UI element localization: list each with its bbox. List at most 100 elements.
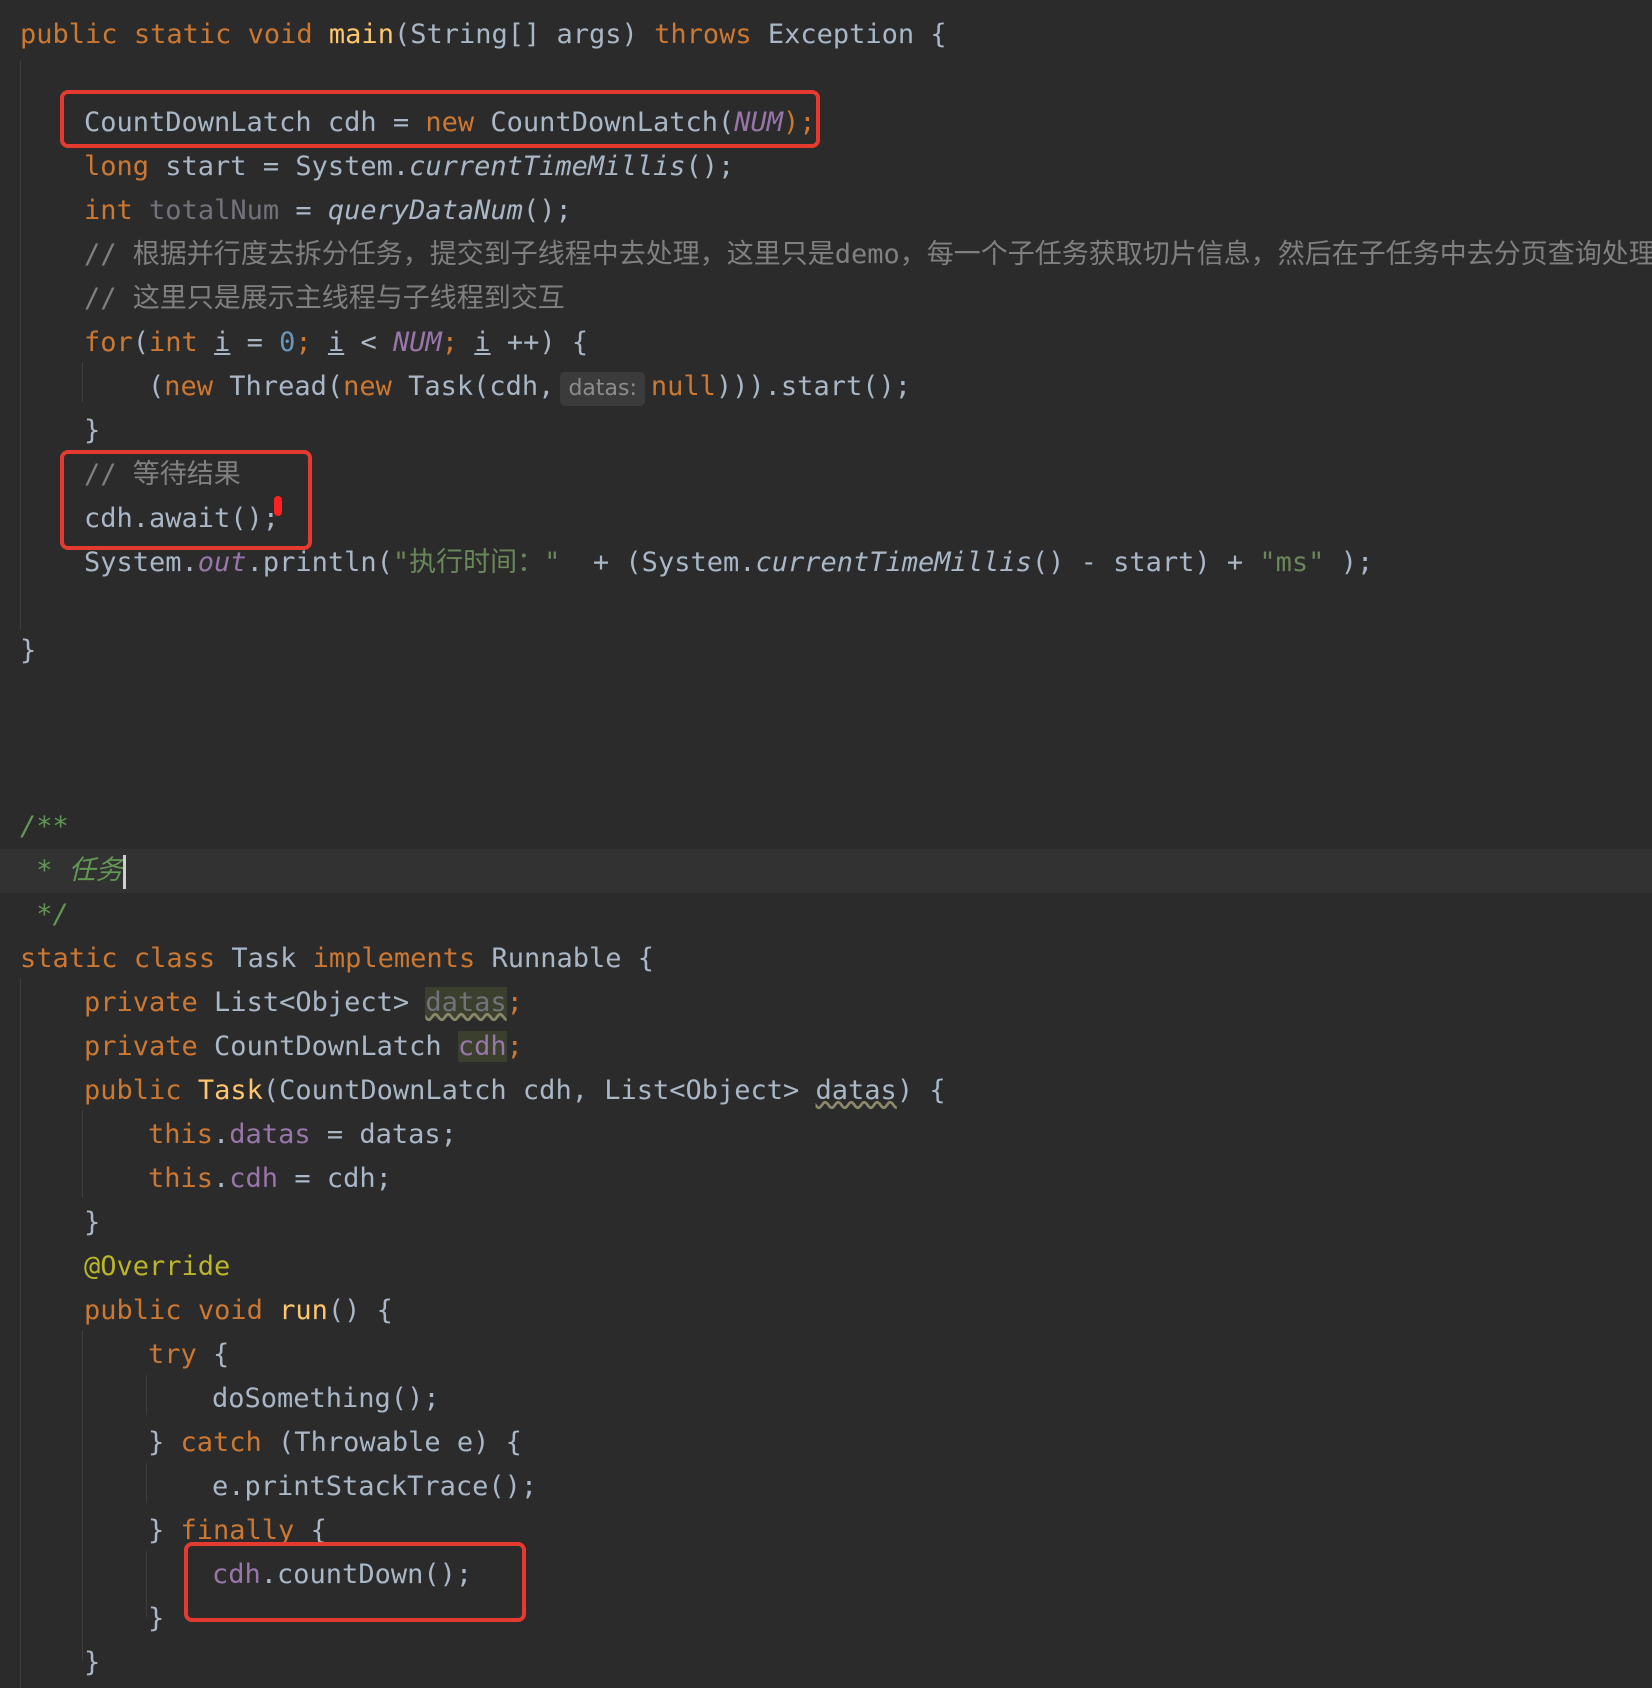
code-text: start = System. xyxy=(149,151,410,182)
code-line-thread[interactable]: (new Thread(new Task(cdh, datas: null))).s… xyxy=(0,365,1652,409)
highlight-box-await xyxy=(60,450,312,550)
javadoc-open[interactable]: /** xyxy=(0,805,1652,849)
field-name: datas xyxy=(229,1119,311,1150)
highlight-box-latch xyxy=(60,90,820,148)
javadoc-body[interactable]: * 任务 xyxy=(0,849,1652,893)
code-text: (CountDownLatch cdh, List<Object> xyxy=(262,1075,816,1106)
keyword: private xyxy=(84,987,198,1018)
params: (String[] args) xyxy=(393,19,638,50)
loop-var: i xyxy=(327,327,345,358)
field-name: cdh xyxy=(229,1163,279,1194)
method-name: main xyxy=(328,19,394,50)
code-text: () { xyxy=(327,1295,393,1326)
code-line-field-datas[interactable]: private List<Object> datas; xyxy=(0,981,1652,1025)
code-editor[interactable]: public static void main(String[] args) t… xyxy=(0,0,1652,1688)
code-text: List<Object> xyxy=(197,987,426,1018)
code-line-method-close[interactable]: } xyxy=(0,629,1652,673)
code-line-try[interactable]: try { xyxy=(0,1333,1652,1377)
text-caret xyxy=(122,854,126,889)
keyword: this xyxy=(148,1163,214,1194)
code-line-class-decl[interactable]: static class Task implements Runnable { xyxy=(0,937,1652,981)
keyword: void xyxy=(197,1295,263,1326)
keyword: public xyxy=(84,1295,182,1326)
exception-type: Exception { xyxy=(767,19,947,50)
keyword: throws xyxy=(654,19,752,50)
string-literal: "执行时间：" xyxy=(392,547,561,578)
field-name: datas xyxy=(425,987,507,1018)
code-text: System. xyxy=(84,547,198,578)
keyword: implements xyxy=(312,943,476,974)
highlight-box-countdown xyxy=(184,1542,526,1622)
keyword: static xyxy=(133,19,232,50)
keyword: null xyxy=(650,371,716,402)
keyword: catch xyxy=(180,1427,262,1458)
code-text: = cdh; xyxy=(278,1163,392,1194)
method-name: run xyxy=(279,1295,328,1326)
code-line-run[interactable]: public void run() { xyxy=(0,1289,1652,1333)
code-line-catch[interactable]: } catch (Throwable e) { xyxy=(0,1421,1652,1465)
keyword: void xyxy=(247,19,313,50)
code-comment[interactable]: // 这里只是展示主线程与子线程到交互 xyxy=(0,277,1652,321)
code-text: (); xyxy=(522,195,572,226)
code-line-assign-cdh[interactable]: this.cdh = cdh; xyxy=(0,1157,1652,1201)
code-text: CountDownLatch xyxy=(197,1031,458,1062)
code-line-main-signature[interactable]: public static void main(String[] args) t… xyxy=(0,13,1652,57)
keyword: int xyxy=(84,195,133,226)
number: 0 xyxy=(279,327,296,358)
code-text: Task(cdh, xyxy=(391,371,555,402)
static-method: queryDataNum xyxy=(327,195,523,226)
keyword: private xyxy=(84,1031,198,1062)
code-text: = xyxy=(279,195,328,226)
keyword: this xyxy=(148,1119,214,1150)
keyword: long xyxy=(84,151,150,182)
keyword: try xyxy=(148,1339,197,1370)
code-text: .println( xyxy=(246,547,393,578)
field-name: cdh xyxy=(457,1031,507,1062)
javadoc-close[interactable]: */ xyxy=(0,893,1652,937)
code-line-for[interactable]: for(int i = 0; i < NUM; i ++) { xyxy=(0,321,1652,365)
static-field: out xyxy=(197,547,247,578)
code-line-assign-datas[interactable]: this.datas = datas; xyxy=(0,1113,1652,1157)
class-name: Task xyxy=(215,943,313,974)
keyword: new xyxy=(164,371,214,402)
code-line-brace[interactable]: } xyxy=(0,1201,1652,1245)
keyword: public xyxy=(84,1075,182,1106)
static-method: currentTimeMillis xyxy=(755,547,1032,578)
code-text: Thread( xyxy=(213,371,344,402)
code-text: = datas; xyxy=(310,1119,457,1150)
code-line-brace[interactable]: } xyxy=(0,409,1652,453)
code-line-start[interactable]: long start = System.currentTimeMillis(); xyxy=(0,145,1652,189)
keyword: int xyxy=(149,327,198,358)
code-line-brace[interactable]: } xyxy=(0,1641,1652,1685)
keyword: public xyxy=(20,19,118,50)
code-line-ctor[interactable]: public Task(CountDownLatch cdh, List<Obj… xyxy=(0,1069,1652,1113)
loop-var: i xyxy=(214,327,231,358)
code-comment[interactable]: // 根据并行度去拆分任务，提交到子线程中去处理，这里只是demo，每一个子任务… xyxy=(0,233,1652,277)
code-text: ) { xyxy=(896,1075,946,1106)
code-line-print-stack[interactable]: e.printStackTrace(); xyxy=(0,1465,1652,1509)
unused-variable: totalNum xyxy=(149,195,280,226)
code-line-total[interactable]: int totalNum = queryDataNum(); xyxy=(0,189,1652,233)
param-name: datas xyxy=(815,1075,897,1106)
string-literal: "ms" xyxy=(1259,547,1325,578)
interface-name: Runnable { xyxy=(475,943,655,974)
keyword: static xyxy=(20,943,118,974)
code-text: } xyxy=(148,1427,181,1458)
loop-var: i xyxy=(474,327,491,358)
code-text: ))).start(); xyxy=(715,371,911,402)
annotation[interactable]: @Override xyxy=(0,1245,1652,1289)
code-text: } xyxy=(148,1515,181,1546)
code-text: + (System. xyxy=(560,547,756,578)
keyword: class xyxy=(133,943,216,974)
parameter-hint: datas: xyxy=(560,372,645,406)
code-text: ); xyxy=(1324,547,1374,578)
code-line-field-cdh[interactable]: private CountDownLatch cdh; xyxy=(0,1025,1652,1069)
javadoc-text: * 任务 xyxy=(20,855,123,886)
method-name: Task xyxy=(197,1075,263,1106)
keyword: new xyxy=(343,371,392,402)
code-line-do-something[interactable]: doSomething(); xyxy=(0,1377,1652,1421)
code-text: (Throwable e) { xyxy=(261,1427,522,1458)
constant: NUM xyxy=(392,327,442,358)
code-text: (); xyxy=(685,151,735,182)
code-text: () - start) + xyxy=(1031,547,1260,578)
